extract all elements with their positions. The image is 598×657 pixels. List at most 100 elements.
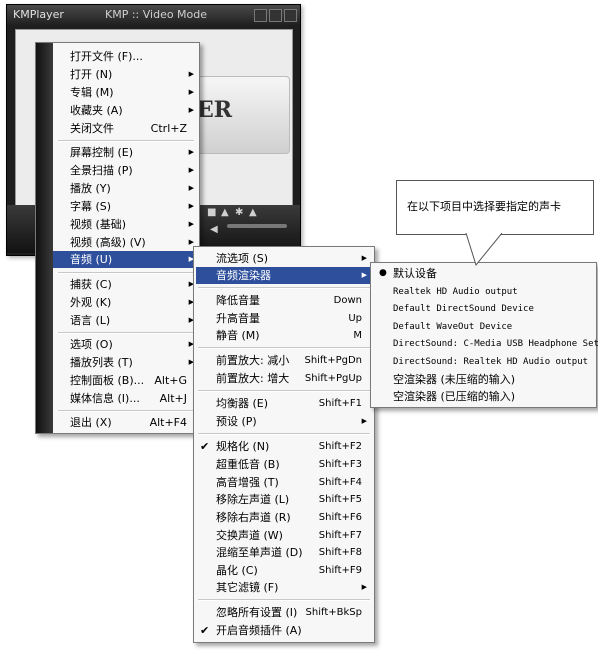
- menu-item-label: 控制面板 (B)...: [70, 374, 145, 387]
- menu-item-presets[interactable]: 预设 (P) ▶: [196, 413, 372, 430]
- menu-item-remove-right-channel[interactable]: 移除右声道 (R) Shift+F6: [196, 509, 372, 526]
- audio-renderer-submenu: ● 默认设备 Realtek HD Audio output Default Di…: [370, 262, 598, 408]
- menu-item-label: Default DirectSound Device: [393, 304, 534, 314]
- menu-item-null-renderer-compressed[interactable]: 空渲染器 (已压缩的输入): [373, 388, 594, 405]
- menu-item-video-advanced[interactable]: 视频 (高级) (V) ▶: [53, 234, 199, 251]
- menu-item-control-panel[interactable]: 控制面板 (B)... Alt+G: [53, 372, 199, 389]
- menu-item-label: 外观 (K): [70, 296, 112, 309]
- menu-item-default-waveout[interactable]: Default WaveOut Device: [373, 319, 594, 336]
- menu-item-stream-options[interactable]: 流选项 (S) ▶: [196, 250, 372, 267]
- menu-item-label: 移除左声道 (L): [216, 493, 290, 506]
- menu-item-favorites[interactable]: 收藏夹 (A) ▶: [53, 102, 199, 119]
- submenu-arrow-icon: ▶: [188, 70, 194, 78]
- menu-item-label: DirectSound: C-Media USB Headphone Set: [393, 339, 598, 349]
- menu-item-label: 空渲染器 (未压缩的输入): [393, 373, 516, 386]
- volume-slider[interactable]: [227, 224, 287, 228]
- menu-item-shortcut: Shift+BkSp: [305, 607, 362, 618]
- stop-icon[interactable]: ■: [207, 207, 216, 218]
- submenu-arrow-icon: ▶: [188, 88, 194, 96]
- menu-item-label: 打开文件 (F)...: [70, 50, 143, 63]
- submenu-arrow-icon: ▶: [188, 166, 194, 174]
- menu-item-label: 空渲染器 (已压缩的输入): [393, 390, 516, 403]
- menu-item-label: 收藏夹 (A): [70, 104, 123, 117]
- menu-item-playback[interactable]: 播放 (Y) ▶: [53, 180, 199, 197]
- menu-item-exit[interactable]: 退出 (X) Alt+F4: [53, 414, 199, 431]
- submenu-arrow-icon: ▶: [188, 148, 194, 156]
- menu-item-shortcut: Shift+F3: [318, 459, 362, 470]
- menu-item-null-renderer-uncompressed[interactable]: 空渲染器 (未压缩的输入): [373, 371, 594, 388]
- menu-item-label: 超重低音 (B): [216, 458, 280, 471]
- prev-icon[interactable]: ◀: [210, 224, 218, 235]
- menu-item-default-directsound[interactable]: Default DirectSound Device: [373, 301, 594, 318]
- menu-item-label: 晶化 (C): [216, 564, 258, 577]
- menu-item-skin[interactable]: 外观 (K) ▶: [53, 294, 199, 311]
- close-icon[interactable]: [284, 9, 297, 22]
- menu-item-shortcut: Alt+F4: [149, 416, 187, 429]
- menu-item-label: 播放列表 (T): [70, 356, 133, 369]
- menu-item-volume-down[interactable]: 降低音量 Down: [196, 292, 372, 309]
- menu-item-close-file[interactable]: 关闭文件 Ctrl+Z: [53, 120, 199, 137]
- menu-item-options[interactable]: 选项 (O) ▶: [53, 336, 199, 353]
- menu-item-crystalize[interactable]: 晶化 (C) Shift+F9: [196, 562, 372, 579]
- menu-item-audio[interactable]: 音频 (U) ▶: [53, 251, 199, 268]
- menu-item-shortcut: Shift+F8: [318, 547, 362, 558]
- menu-item-label: 移除右声道 (R): [216, 511, 291, 524]
- menu-item-shortcut: Up: [348, 313, 362, 324]
- menu-item-subtitles[interactable]: 字幕 (S) ▶: [53, 198, 199, 215]
- menu-item-label: 预设 (P): [216, 415, 257, 428]
- menu-separator: [58, 332, 194, 334]
- menu-item-default-device[interactable]: ● 默认设备: [373, 265, 594, 282]
- menu-item-remove-left-channel[interactable]: 移除左声道 (L) Shift+F5: [196, 491, 372, 508]
- menu-item-media-info[interactable]: 媒体信息 (I)... Alt+J: [53, 390, 199, 407]
- menu-item-preamp-increase[interactable]: 前置放大: 增大 Shift+PgUp: [196, 370, 372, 387]
- menu-item-bass-boost[interactable]: 超重低音 (B) Shift+F3: [196, 456, 372, 473]
- menu-item-label: 规格化 (N): [216, 440, 270, 453]
- menu-item-shortcut: Alt+G: [154, 374, 187, 387]
- menu-item-playlist[interactable]: 播放列表 (T) ▶: [53, 354, 199, 371]
- menu-item-label: 播放 (Y): [70, 182, 111, 195]
- menu-item-label: 混缩至单声道 (D): [216, 546, 303, 559]
- menu-item-open-file[interactable]: 打开文件 (F)...: [53, 48, 199, 65]
- menu-item-label: 高音增强 (T): [216, 476, 279, 489]
- menu-item-label: 前置放大: 减小: [216, 354, 290, 367]
- menu-item-album[interactable]: 专辑 (M) ▶: [53, 84, 199, 101]
- menu-item-language[interactable]: 语言 (L) ▶: [53, 312, 199, 329]
- callout-text: 在以下项目中选择要指定的声卡: [407, 200, 561, 213]
- menu-item-preamp-decrease[interactable]: 前置放大: 减小 Shift+PgDn: [196, 352, 372, 369]
- menu-item-normalize[interactable]: ✔ 规格化 (N) Shift+F2: [196, 438, 372, 455]
- menu-item-other-filters[interactable]: 其它滤镜 (F) ▶: [196, 579, 372, 596]
- menu-item-swap-channels[interactable]: 交换声道 (W) Shift+F7: [196, 527, 372, 544]
- menu-separator: [198, 390, 370, 392]
- menu-item-label: Realtek HD Audio output: [393, 287, 518, 297]
- menu-item-volume-up[interactable]: 升高音量 Up: [196, 310, 372, 327]
- menu-item-ignore-all-settings[interactable]: 忽略所有设置 (I) Shift+BkSp: [196, 604, 372, 621]
- menu-item-open[interactable]: 打开 (N) ▶: [53, 66, 199, 83]
- menu-item-equalizer[interactable]: 均衡器 (E) Shift+F1: [196, 395, 372, 412]
- menu-item-label: 忽略所有设置 (I): [216, 606, 298, 619]
- menu-item-label: 默认设备: [393, 267, 437, 280]
- menu-item-shortcut: Down: [333, 295, 362, 306]
- menu-item-label: 语言 (L): [70, 314, 111, 327]
- gear-icon[interactable]: ✱: [235, 207, 243, 218]
- menu-item-audio-renderer[interactable]: 音频渲染器 ▶: [196, 267, 372, 284]
- kmplayer-titlebar[interactable]: KMPlayer KMP :: Video Mode: [7, 5, 300, 25]
- menu-item-realtek-hd[interactable]: Realtek HD Audio output: [373, 284, 594, 301]
- menu-item-pan-scan[interactable]: 全景扫描 (P) ▶: [53, 162, 199, 179]
- menu-item-label: 屏幕控制 (E): [70, 146, 134, 159]
- menu-item-downmix-mono[interactable]: 混缩至单声道 (D) Shift+F8: [196, 544, 372, 561]
- menu-item-label: 降低音量: [216, 294, 260, 307]
- minimize-icon[interactable]: [254, 9, 267, 22]
- volume-icon[interactable]: ▲: [221, 207, 229, 218]
- menu-item-treble-boost[interactable]: 高音增强 (T) Shift+F4: [196, 474, 372, 491]
- menu-item-capture[interactable]: 捕获 (C) ▶: [53, 276, 199, 293]
- maximize-icon[interactable]: [269, 9, 282, 22]
- eject-icon[interactable]: ▲: [249, 207, 257, 218]
- menu-item-directsound-realtek[interactable]: DirectSound: Realtek HD Audio output: [373, 354, 594, 371]
- menu-item-label: 前置放大: 增大: [216, 372, 290, 385]
- menu-item-directsound-cmedia[interactable]: DirectSound: C-Media USB Headphone Set: [373, 336, 598, 353]
- menu-item-screen-control[interactable]: 屏幕控制 (E) ▶: [53, 144, 199, 161]
- menu-item-video-basic[interactable]: 视频 (基础) ▶: [53, 216, 199, 233]
- menu-item-mute[interactable]: 静音 (M) M: [196, 327, 372, 344]
- menu-item-enable-audio-plugins[interactable]: ✔ 开启音频插件 (A): [196, 622, 372, 639]
- menu-separator: [58, 410, 194, 412]
